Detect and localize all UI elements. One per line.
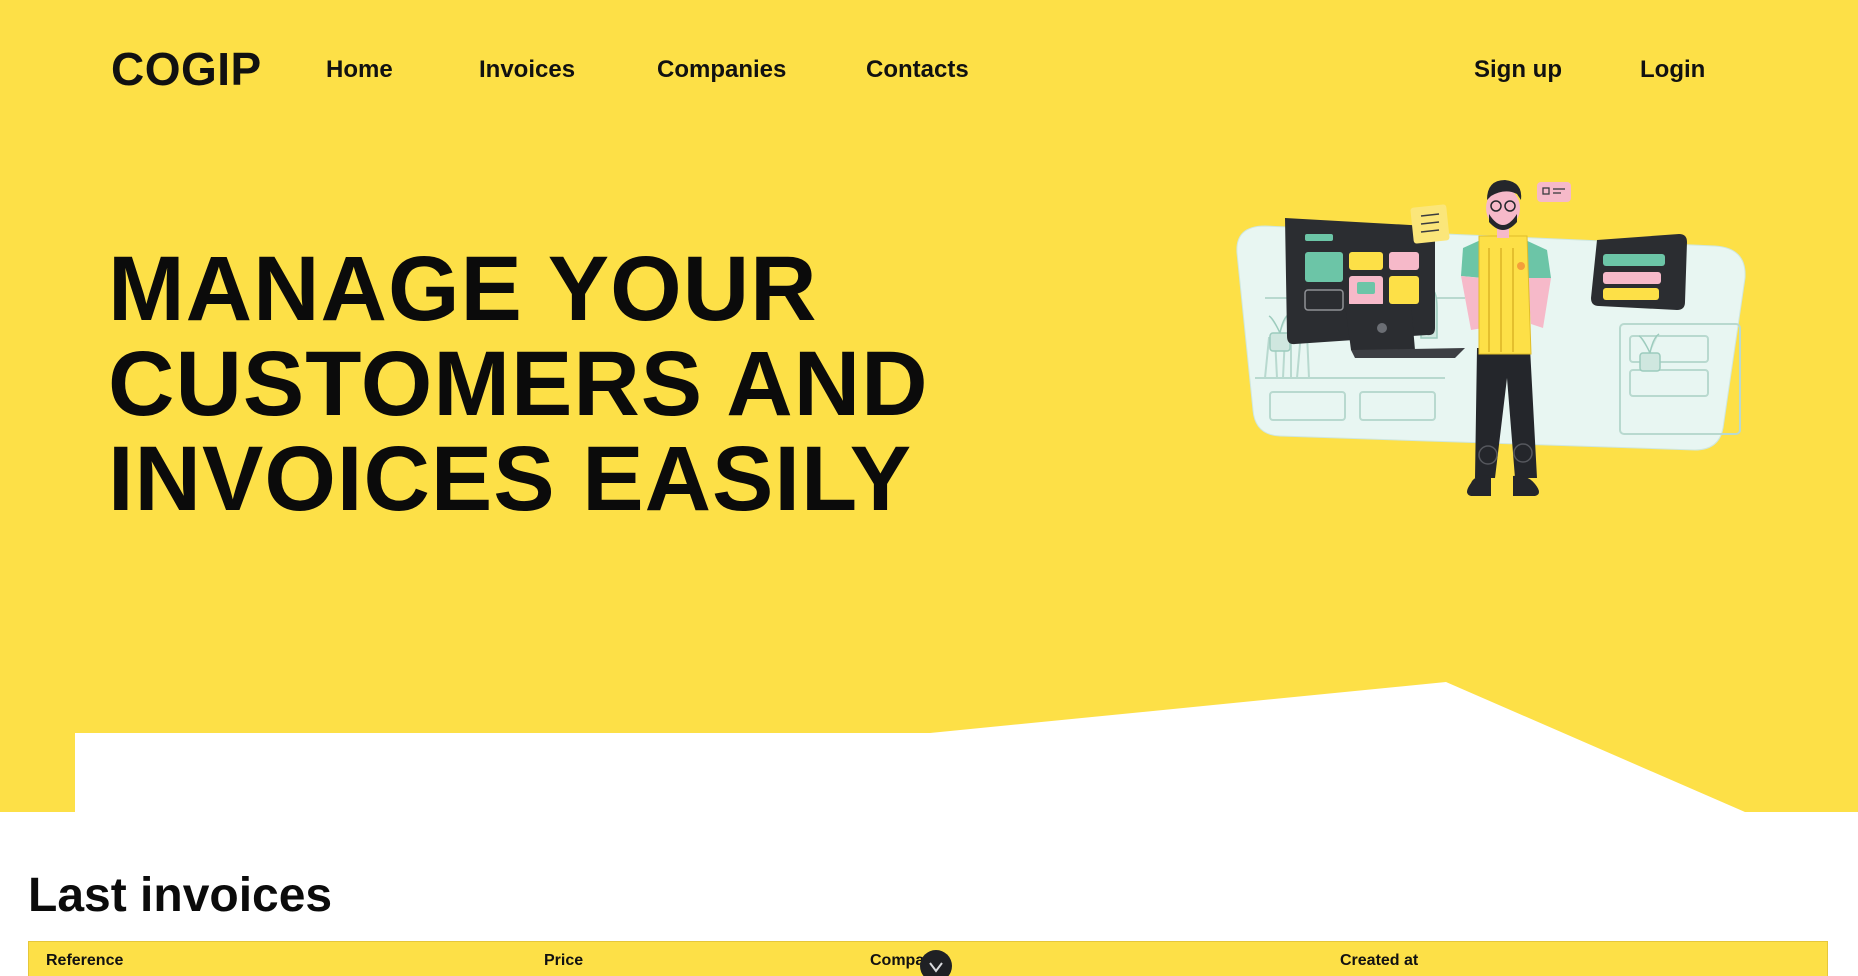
nav-invoices[interactable]: Invoices	[479, 56, 575, 84]
logo[interactable]: COGIP	[111, 42, 262, 96]
hero-headline-line-2: CUSTOMERS AND	[108, 333, 929, 435]
person-with-dashboard-illustration	[1236, 180, 1746, 496]
hero-headline: MANAGE YOUR CUSTOMERS AND INVOICES EASIL…	[108, 242, 988, 527]
scroll-down-button[interactable]	[920, 950, 952, 976]
nav-companies[interactable]: Companies	[657, 56, 786, 84]
hero-headline-line-3: INVOICES EASILY	[108, 428, 913, 530]
column-created-at: Created at	[1340, 952, 1419, 969]
nav-home[interactable]: Home	[326, 56, 393, 84]
top-navigation: COGIP Home Invoices Companies Contacts S…	[0, 0, 1858, 142]
last-invoices-title: Last invoices	[28, 869, 333, 922]
nav-contacts[interactable]: Contacts	[866, 56, 969, 84]
chevron-down-icon	[929, 962, 943, 973]
column-reference: Reference	[46, 952, 124, 969]
signup-link[interactable]: Sign up	[1474, 56, 1562, 84]
hero-headline-line-1: MANAGE YOUR	[108, 238, 818, 340]
page: COGIP Home Invoices Companies Contacts S…	[0, 0, 1858, 976]
login-link[interactable]: Login	[1640, 56, 1705, 84]
column-price: Price	[544, 952, 584, 969]
